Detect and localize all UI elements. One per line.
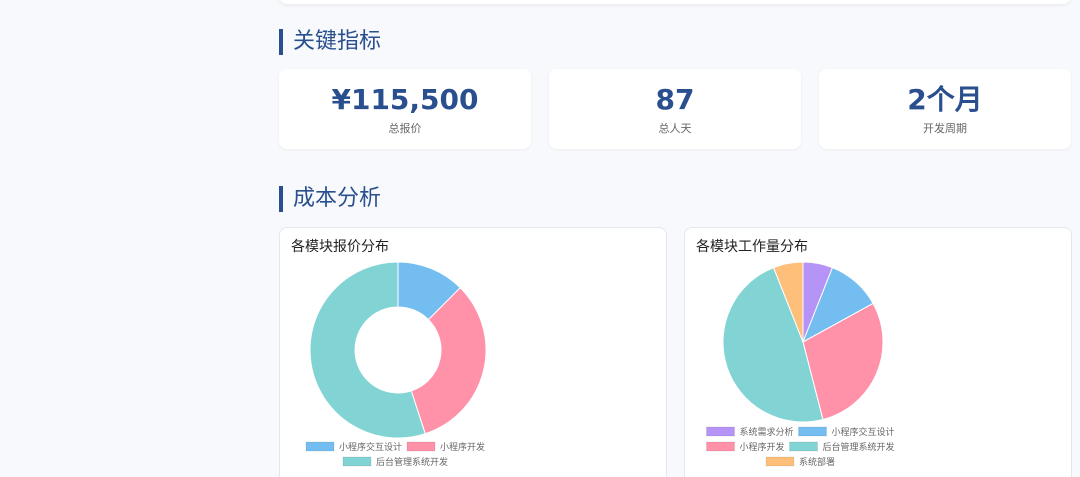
legend-label[interactable]: 小程序开发 (740, 441, 785, 453)
legend-swatch[interactable] (406, 441, 436, 452)
legend-swatch[interactable] (706, 426, 735, 437)
legend-swatch[interactable] (789, 441, 818, 452)
legend-label[interactable]: 小程序开发 (440, 441, 485, 453)
kpi-card-total-days: 87 总人天 (549, 69, 801, 149)
kpi-value: 87 (655, 83, 695, 116)
kpi-row: ¥115,500 总报价 87 总人天 2个月 开发周期 (279, 69, 1071, 149)
chart-card-price: 各模块报价分布 小程序交互设计 小程序开发 后台管理系统开发 (279, 227, 667, 477)
legend-swatch[interactable] (765, 456, 795, 467)
section-title-cost: 成本分析 (279, 186, 381, 212)
legend-swatch[interactable] (305, 441, 335, 452)
legend-label[interactable]: 后台管理系统开发 (823, 441, 895, 453)
legend-label[interactable]: 后台管理系统开发 (376, 456, 448, 468)
kpi-card-dev-period: 2个月 开发周期 (819, 69, 1071, 149)
legend-label[interactable]: 小程序交互设计 (832, 426, 895, 438)
price-pie-chart: 小程序交互设计 小程序开发后台管理系统开发 (305, 261, 487, 468)
kpi-label: 总人天 (658, 122, 692, 135)
kpi-value: ¥115,500 (331, 83, 479, 116)
legend-swatch[interactable] (706, 441, 735, 452)
kpi-label: 开发周期 (923, 122, 967, 135)
section-title-kpi: 关键指标 (279, 29, 381, 55)
legend-swatch[interactable] (798, 426, 827, 437)
legend-label[interactable]: 小程序交互设计 (339, 441, 402, 453)
legend-label[interactable]: 系统需求分析 (740, 426, 794, 438)
page: 关键指标 ¥115,500 总报价 87 总人天 2个月 开发周期 成本分析 各… (0, 0, 1080, 477)
legend-swatch[interactable] (342, 456, 372, 467)
legend-label[interactable]: 系统部署 (799, 456, 835, 468)
kpi-label: 总报价 (388, 122, 422, 135)
previous-card (279, 0, 1071, 4)
kpi-value: 2个月 (907, 83, 983, 116)
chart-card-workload: 各模块工作量分布 系统需求分析 小程序交互设计 小程序开发 后台管理系统开发 系统部署 (684, 227, 1072, 477)
workload-pie-chart: 系统需求分析 小程序交互设计小程序开发 后台管理系统开发系统部署 (706, 261, 895, 468)
kpi-card-total-price: ¥115,500 总报价 (279, 69, 531, 149)
